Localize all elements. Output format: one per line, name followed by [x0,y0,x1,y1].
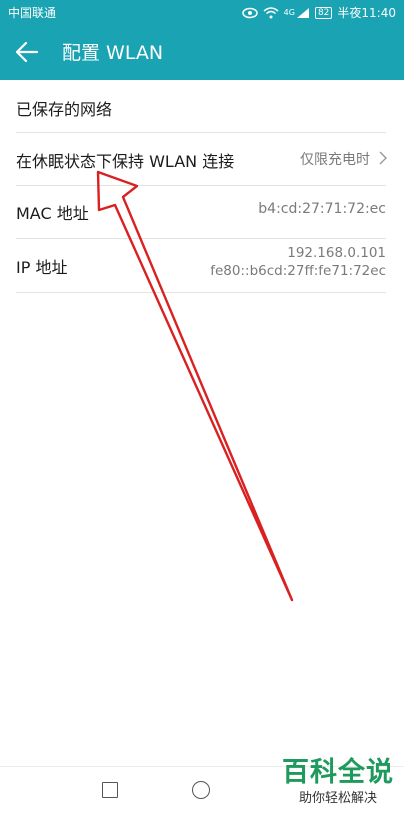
ipv4-value: 192.168.0.101 [287,245,386,261]
clock: 半夜11:40 [337,6,396,20]
back-arrow-icon[interactable] [14,40,40,64]
keep-wlan-value: 仅限充电时 [300,152,370,168]
status-right-group: 4G 82 半夜11:40 [241,4,396,21]
settings-list: 已保存的网络 在休眠状态下保持 WLAN 连接 仅限充电时 MAC 地址 b4:… [0,80,404,293]
ip-address-item: IP 地址 192.168.0.101 fe80::b6cd:27ff:fe71… [0,236,404,290]
mac-address-value: b4:cd:27:71:72:ec [258,201,386,217]
ip-address-value: 192.168.0.101 fe80::b6cd:27ff:fe71:72ec [210,244,386,280]
network-badge: 4G [283,8,295,17]
signal-icon [296,7,309,18]
keep-wlan-during-sleep-item[interactable]: 在休眠状态下保持 WLAN 连接 仅限充电时 [0,132,404,184]
recent-apps-button[interactable] [102,782,118,798]
saved-networks-item[interactable]: 已保存的网络 [0,80,404,132]
app-bar: 配置 WLAN [0,24,404,80]
saved-networks-label: 已保存的网络 [16,100,113,119]
divider [16,292,386,293]
battery-icon: 82 [314,6,333,19]
eye-icon [241,7,258,18]
watermark-subtitle: 助你轻松解决 [298,791,377,806]
ipv6-value: fe80::b6cd:27ff:fe71:72ec [210,263,386,279]
watermark-title: 百科全说 [282,757,394,788]
ip-address-label: IP 地址 [16,258,68,277]
keep-wlan-label: 在休眠状态下保持 WLAN 连接 [16,152,235,171]
status-bar: 中国联通 4G 82 半夜11:40 [0,0,404,24]
mac-address-item: MAC 地址 b4:cd:27:71:72:ec [0,184,404,236]
chevron-right-icon [379,151,387,165]
mac-address-label: MAC 地址 [16,204,89,223]
wifi-icon [263,6,279,18]
home-button[interactable] [192,781,210,799]
watermark-logo: 百科全说 助你轻松解决 [282,750,394,806]
page-title: 配置 WLAN [62,42,164,64]
carrier-name: 中国联通 [8,6,57,20]
